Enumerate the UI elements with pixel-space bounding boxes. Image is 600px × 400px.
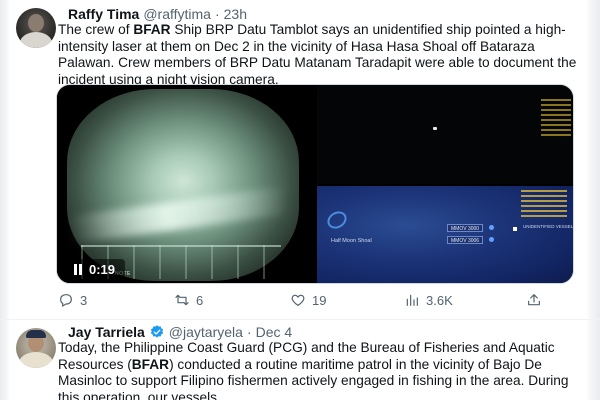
- author-name[interactable]: Jay Tarriela: [68, 324, 145, 340]
- like-count: 19: [312, 292, 327, 308]
- unknown-vessel-marker: [513, 227, 517, 231]
- heart-icon: [291, 294, 305, 307]
- tweet-raffy-tima[interactable]: Raffy Tima @raffytima · 23h The crew of …: [0, 0, 600, 320]
- retweet-count: 6: [196, 292, 204, 308]
- distant-light: [433, 127, 437, 130]
- avatar[interactable]: [16, 328, 56, 368]
- caption-overlay: [541, 99, 571, 139]
- tweet-jay-tarriela[interactable]: Jay Tarriela @jaytaryela · Dec 4 Today, …: [0, 320, 600, 400]
- avatar-body: [20, 32, 52, 48]
- tweet-text: Today, the Philippine Coast Guard (PCG) …: [58, 340, 586, 400]
- separator: ·: [246, 324, 252, 340]
- vessel-label-b: MMOV 3006: [447, 236, 484, 244]
- tweet-timestamp[interactable]: Dec 4: [256, 324, 293, 340]
- avatar[interactable]: [16, 8, 56, 48]
- tweet-header: Jay Tarriela @jaytaryela · Dec 4: [68, 322, 292, 342]
- view-count: 3.6K: [426, 292, 453, 308]
- verified-badge-icon: [150, 325, 163, 338]
- share-icon: [528, 294, 540, 306]
- media-image-map[interactable]: Half Moon Shoal MMOV 3000 MMOV 3006 UNID…: [317, 186, 574, 283]
- tweet-media-grid[interactable]: NOTE 0:19 Half Moon Shoal MMOV 3000 MMOV…: [56, 84, 574, 284]
- video-controls[interactable]: 0:19: [67, 259, 125, 279]
- views-icon: [406, 294, 418, 306]
- avatar-cap: [26, 330, 46, 338]
- reply-button[interactable]: 3: [58, 290, 87, 310]
- media-image-night-sky[interactable]: [317, 85, 573, 184]
- map-caption-overlay: [521, 190, 567, 218]
- tweet-actions: 3 6 19 3.6K: [58, 290, 578, 310]
- author-handle[interactable]: @raffytima: [143, 6, 211, 22]
- avatar-face: [28, 14, 44, 32]
- author-name[interactable]: Raffy Tima: [68, 6, 139, 22]
- pause-icon[interactable]: [73, 263, 83, 275]
- tweet-header: Raffy Tima @raffytima · 23h: [68, 4, 247, 24]
- video-player[interactable]: NOTE 0:19: [57, 85, 315, 283]
- like-button[interactable]: 19: [290, 290, 326, 310]
- video-duration: 0:19: [89, 261, 116, 277]
- share-button[interactable]: [526, 290, 542, 310]
- tweet-text-bold: BFAR: [131, 356, 170, 372]
- views-button[interactable]: 3.6K: [404, 290, 453, 310]
- retweet-button[interactable]: 6: [174, 290, 203, 310]
- unknown-vessel-label: UNIDENTIFIED VESSEL: [523, 224, 574, 229]
- author-handle[interactable]: @jaytaryela: [169, 324, 243, 340]
- shoal-label: Half Moon Shoal: [331, 238, 372, 244]
- separator: ·: [214, 6, 220, 22]
- reply-count: 3: [80, 292, 88, 308]
- tweet-timestamp[interactable]: 23h: [224, 6, 247, 22]
- avatar-body: [19, 352, 53, 368]
- vessel-label-a: MMOV 3000: [447, 224, 484, 232]
- tweet-text: The crew of BFAR Ship BRP Datu Tamblot s…: [58, 22, 586, 88]
- tweet-text-part: The crew of: [58, 22, 134, 37]
- vessel-marker-a: [489, 225, 494, 230]
- tweet-text-bold: BFAR: [133, 22, 171, 37]
- reply-icon: [60, 294, 72, 308]
- vessel-marker-b: [489, 237, 494, 242]
- retweet-icon: [175, 294, 189, 306]
- shoal-outline: [324, 208, 350, 232]
